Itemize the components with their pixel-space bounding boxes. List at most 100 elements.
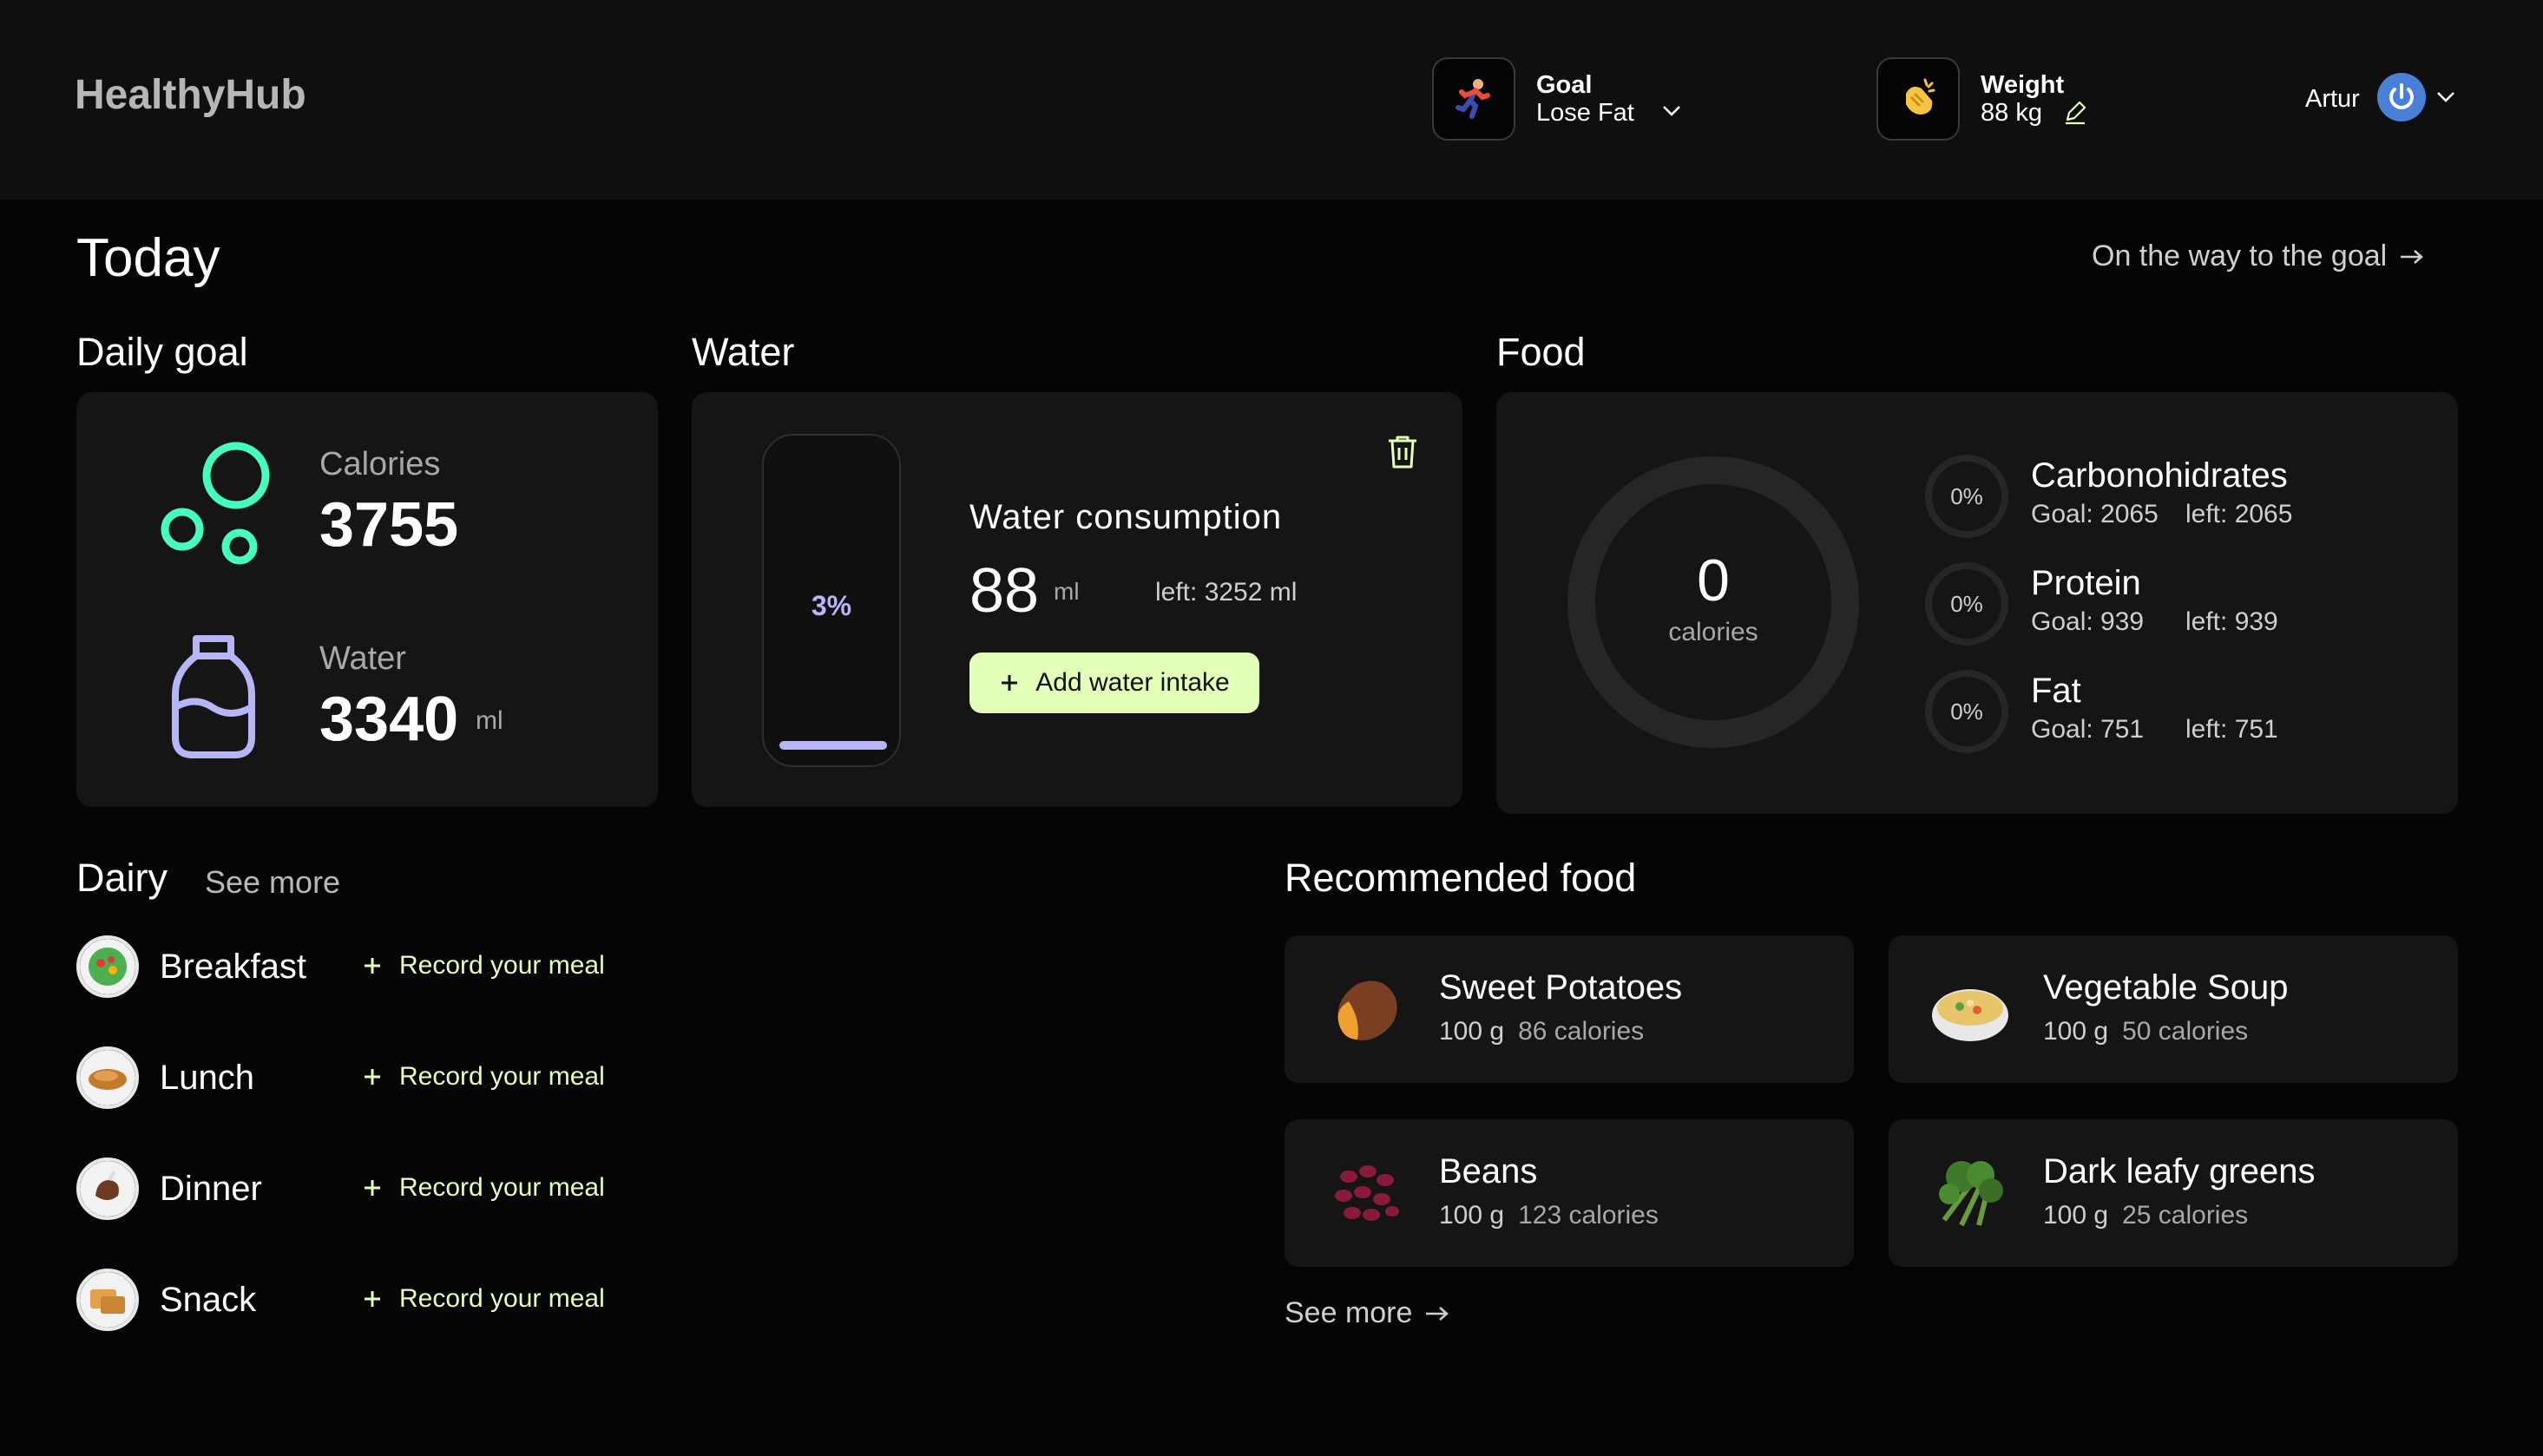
carbs-left: left: 2065 <box>2185 500 2293 528</box>
fat-left: left: 751 <box>2185 715 2278 744</box>
plus-icon <box>365 1291 380 1307</box>
daily-goal-title: Daily goal <box>76 330 248 374</box>
avatar[interactable] <box>2377 73 2426 121</box>
food-calories-label: calories <box>1668 618 1758 646</box>
record-meal-label: Record your meal <box>399 951 605 980</box>
daily-goal-card: Calories 3755 Water 3340 ml <box>76 392 658 807</box>
arrow-right-icon <box>2401 249 2424 264</box>
protein-ring: 0% <box>1925 562 2008 646</box>
recommended-food-card[interactable]: Sweet Potatoes 100 g 86 calories <box>1285 935 1854 1083</box>
food-name: Dark leafy greens <box>2043 1152 2316 1190</box>
goal-title: Goal <box>1536 71 1593 99</box>
bubbles-icon <box>161 442 270 565</box>
recommended-see-more-link[interactable]: See more <box>1285 1296 1450 1330</box>
protein-goal: Goal: 939 <box>2031 607 2145 636</box>
carbs-name: Carbonohidrates <box>2031 456 2288 495</box>
clap-icon <box>1906 78 1935 115</box>
water-label: Water <box>319 640 406 677</box>
recommended-title: Recommended food <box>1285 856 1637 900</box>
chevron-down-icon[interactable] <box>1661 104 1682 118</box>
water-value: 3340 <box>319 685 459 754</box>
recommended-food-card[interactable]: Beans 100 g 123 calories <box>1285 1119 1854 1267</box>
goal-icon-box[interactable] <box>1432 57 1515 141</box>
water-level-fill <box>779 741 887 750</box>
meal-name-snack: Snack <box>160 1281 257 1319</box>
fat-goal: Goal: 751 <box>2031 715 2145 744</box>
food-calories: 50 calories <box>2122 1017 2249 1046</box>
user-name[interactable]: Artur <box>2305 85 2360 114</box>
arrow-right-icon <box>1426 1306 1449 1321</box>
food-meta: 100 g 25 calories <box>2043 1201 2248 1230</box>
power-icon <box>2389 83 2414 109</box>
dinner-icon <box>76 1158 139 1220</box>
food-name: Beans <box>1439 1152 1538 1190</box>
goal-value[interactable]: Lose Fat <box>1536 99 1634 128</box>
calories-value: 3755 <box>319 490 459 560</box>
fat-name: Fat <box>2031 672 2081 710</box>
plus-icon <box>1002 675 1018 691</box>
weight-value: 88 kg <box>1981 99 2042 127</box>
food-name: Vegetable Soup <box>2043 968 2289 1007</box>
protein-percent: 0% <box>1950 590 1983 617</box>
goal-progress-link[interactable]: On the way to the goal <box>2092 239 2425 273</box>
calories-label: Calories <box>319 446 441 482</box>
food-meta: 100 g 50 calories <box>2043 1017 2248 1046</box>
fat-percent: 0% <box>1950 698 1983 725</box>
meal-name-dinner: Dinner <box>160 1170 262 1208</box>
food-amount: 100 g <box>2043 1017 2109 1046</box>
beans-image <box>1335 1165 1399 1221</box>
food-calories: 86 calories <box>1518 1017 1645 1046</box>
protein-left: left: 939 <box>2185 607 2278 636</box>
food-title: Food <box>1496 330 1586 374</box>
vegetable-soup-image <box>1932 989 2008 1041</box>
sweet-potato-image <box>1337 981 1397 1041</box>
carbs-percent: 0% <box>1950 482 1983 509</box>
water-title: Water <box>692 330 795 374</box>
recommended-food-card[interactable]: Dark leafy greens 100 g 25 calories <box>1889 1119 2458 1267</box>
dairy-see-more-link[interactable]: See more <box>205 864 340 901</box>
food-amount: 100 g <box>1439 1201 1505 1230</box>
meal-name-lunch: Lunch <box>160 1059 254 1097</box>
trash-icon[interactable] <box>1385 434 1420 472</box>
plus-icon <box>365 1069 380 1085</box>
food-calories: 25 calories <box>2122 1201 2249 1230</box>
water-unit: ml <box>476 706 503 735</box>
lunch-icon <box>76 1046 139 1109</box>
record-meal-breakfast[interactable]: Record your meal <box>363 951 605 981</box>
water-consumed-unit: ml <box>1054 578 1080 605</box>
food-amount: 100 g <box>2043 1201 2109 1230</box>
dairy-title: Dairy <box>76 856 168 900</box>
leafy-greens-image <box>1939 1161 2003 1227</box>
carbs-goal: Goal: 2065 <box>2031 500 2159 528</box>
food-meta: 100 g 86 calories <box>1439 1017 1644 1046</box>
breakfast-icon <box>76 935 139 998</box>
weight-title: Weight <box>1981 71 2065 99</box>
add-water-intake-button[interactable]: Add water intake <box>969 653 1259 713</box>
record-meal-label: Record your meal <box>399 1173 605 1202</box>
food-name: Sweet Potatoes <box>1439 968 1683 1007</box>
runner-icon <box>1455 79 1490 119</box>
app-logo[interactable]: HealthyHub <box>75 71 306 119</box>
chevron-down-icon[interactable] <box>2435 90 2456 104</box>
page-title: Today <box>76 228 220 288</box>
carbs-ring: 0% <box>1925 455 2008 538</box>
recommended-food-card[interactable]: Vegetable Soup 100 g 50 calories <box>1889 935 2458 1083</box>
record-meal-label: Record your meal <box>399 1062 605 1091</box>
record-meal-dinner[interactable]: Record your meal <box>363 1173 605 1203</box>
water-percent: 3% <box>811 590 852 621</box>
record-meal-snack[interactable]: Record your meal <box>363 1284 605 1314</box>
meal-name-breakfast: Breakfast <box>160 948 306 986</box>
water-left-value: left: 3252 ml <box>1155 578 1298 607</box>
add-water-intake-label: Add water intake <box>1035 668 1230 697</box>
weight-icon-box[interactable] <box>1876 57 1960 141</box>
edit-pencil-icon[interactable] <box>2062 99 2088 125</box>
water-bottle-icon <box>172 635 255 758</box>
food-amount: 100 g <box>1439 1017 1505 1046</box>
water-consumption-title: Water consumption <box>969 498 1283 536</box>
food-calories: 123 calories <box>1518 1201 1659 1230</box>
top-bar: HealthyHub Goal Lose Fat Weight 88 kg Ar… <box>0 0 2543 200</box>
record-meal-lunch[interactable]: Record your meal <box>363 1062 605 1092</box>
plus-icon <box>365 958 380 974</box>
plus-icon <box>365 1180 380 1196</box>
snack-icon <box>76 1269 139 1331</box>
